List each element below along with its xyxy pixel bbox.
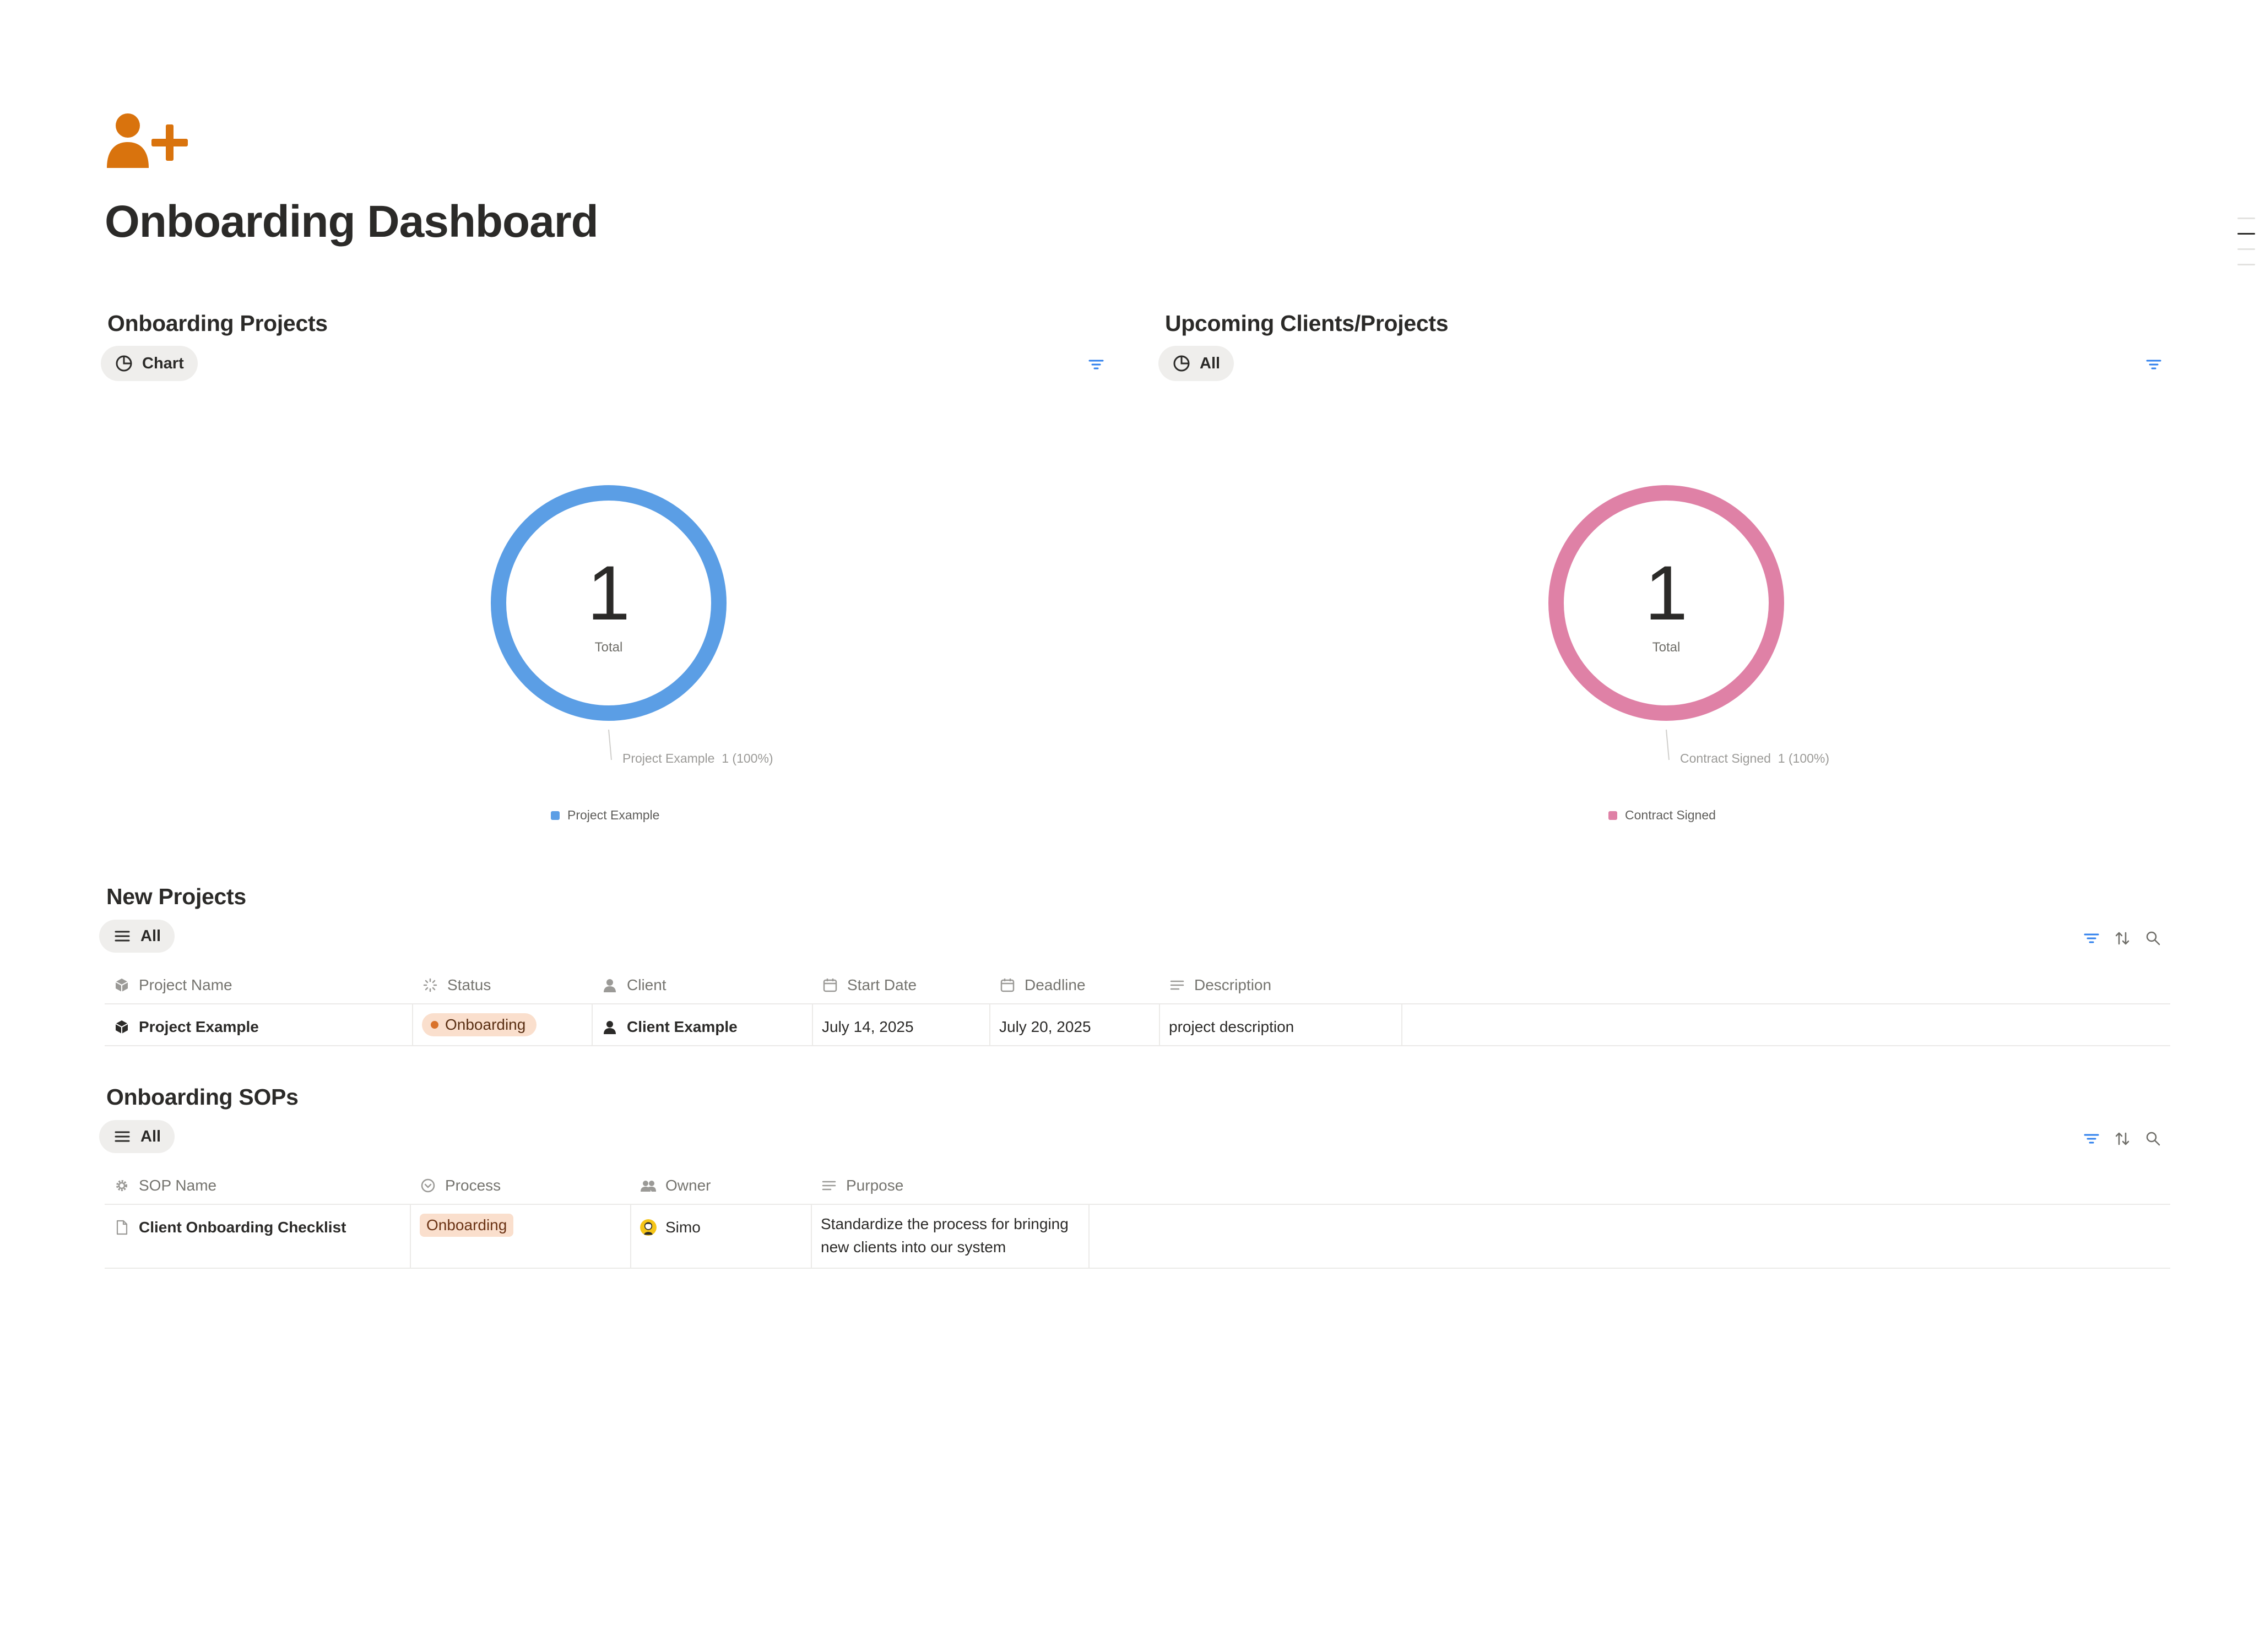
column-header-sop-name[interactable]: SOP Name bbox=[105, 1166, 411, 1205]
view-tab-label: All bbox=[1200, 354, 1221, 372]
slice-callout-label: Project Example 1 (100%) bbox=[622, 751, 773, 765]
text-lines-icon bbox=[822, 1181, 836, 1191]
slice-callout-label: Contract Signed 1 (100%) bbox=[1680, 751, 1829, 765]
client-name: Client Example bbox=[627, 1018, 738, 1035]
column-header-start-date[interactable]: Start Date bbox=[813, 966, 990, 1004]
chart-total-label: Total bbox=[1652, 640, 1681, 655]
gear-icon bbox=[116, 1180, 127, 1191]
cell-deadline[interactable]: July 20, 2025 bbox=[990, 1004, 1160, 1045]
process-tag: Onboarding bbox=[420, 1214, 514, 1237]
section-title-new-projects[interactable]: New Projects bbox=[106, 885, 246, 908]
filter-icon[interactable] bbox=[2082, 1129, 2101, 1148]
table-header: SOP Name Process Owner Purpose bbox=[105, 1166, 1090, 1205]
callout-line bbox=[608, 729, 612, 760]
sort-icon[interactable] bbox=[2113, 929, 2132, 948]
legend-label: Project Example bbox=[567, 808, 660, 822]
cell-description[interactable]: project description bbox=[1160, 1004, 1402, 1045]
callout-line bbox=[1666, 729, 1670, 760]
donut-chart-onboarding-projects: 1 Total Project Example 1 (100%) bbox=[491, 485, 773, 765]
chart-total-value: 1 bbox=[1645, 550, 1688, 636]
filter-icon[interactable] bbox=[1087, 355, 1106, 374]
cell-purpose[interactable]: Standardize the process for bringing new… bbox=[812, 1205, 1090, 1268]
view-tab-label: Chart bbox=[142, 354, 184, 372]
column-header-client[interactable]: Client bbox=[593, 966, 813, 1004]
column-header-project-name[interactable]: Project Name bbox=[105, 966, 413, 1004]
outline-indicator[interactable] bbox=[2237, 233, 2255, 235]
view-tab-all[interactable]: All bbox=[99, 920, 175, 953]
cell-status[interactable]: Onboarding bbox=[413, 1004, 593, 1045]
cell-sop-name[interactable]: Client Onboarding Checklist bbox=[105, 1205, 411, 1268]
section-title-upcoming-clients[interactable]: Upcoming Clients/Projects bbox=[1165, 312, 1449, 335]
sort-icon[interactable] bbox=[2113, 1129, 2132, 1148]
list-icon bbox=[115, 1131, 130, 1142]
section-title-onboarding-sops[interactable]: Onboarding SOPs bbox=[106, 1086, 299, 1108]
view-tab-all[interactable]: All bbox=[99, 1120, 175, 1153]
cell-owner[interactable]: Simo bbox=[631, 1205, 812, 1268]
document-icon bbox=[116, 1220, 128, 1235]
column-header-purpose[interactable]: Purpose bbox=[812, 1166, 1090, 1205]
column-header-deadline[interactable]: Deadline bbox=[990, 966, 1160, 1004]
cell-project-name[interactable]: Project Example bbox=[105, 1004, 413, 1045]
deadline: July 20, 2025 bbox=[999, 1018, 1091, 1035]
status-badge: Onboarding bbox=[422, 1013, 537, 1036]
chart-legend: Project Example bbox=[551, 808, 659, 823]
status-label: Onboarding bbox=[445, 1016, 526, 1033]
person-icon bbox=[604, 1021, 616, 1034]
table-header: Project Name Status Client Start Date De… bbox=[105, 966, 1402, 1004]
start-date: July 14, 2025 bbox=[822, 1018, 914, 1035]
list-icon bbox=[115, 931, 130, 942]
section-title-onboarding-projects[interactable]: Onboarding Projects bbox=[107, 312, 328, 335]
filter-icon[interactable] bbox=[2082, 929, 2101, 948]
column-header-status[interactable]: Status bbox=[413, 966, 593, 1004]
pie-chart-icon bbox=[116, 355, 132, 372]
search-icon[interactable] bbox=[2144, 929, 2163, 948]
table-row[interactable]: Project Example Onboarding Client Exampl… bbox=[105, 1003, 2170, 1046]
column-header-owner[interactable]: Owner bbox=[631, 1166, 812, 1205]
outline-indicator[interactable] bbox=[2237, 218, 2255, 219]
cube-icon bbox=[115, 979, 128, 992]
person-icon bbox=[604, 979, 616, 992]
chart-total-value: 1 bbox=[587, 550, 630, 636]
view-tab-chart[interactable]: Chart bbox=[101, 346, 198, 381]
text-lines-icon bbox=[1170, 980, 1184, 990]
avatar bbox=[640, 1219, 657, 1236]
outline-indicator[interactable] bbox=[2237, 248, 2255, 250]
cell-client[interactable]: Client Example bbox=[593, 1004, 813, 1045]
select-circle-icon bbox=[421, 1178, 435, 1193]
person-add-icon[interactable] bbox=[105, 110, 193, 168]
legend-label: Contract Signed bbox=[1625, 808, 1716, 822]
column-header-description[interactable]: Description bbox=[1160, 966, 1402, 1004]
donut-chart-upcoming-clients: 1 Total Contract Signed 1 (100%) bbox=[1548, 485, 1829, 765]
sop-name: Client Onboarding Checklist bbox=[139, 1219, 346, 1236]
view-tab-all[interactable]: All bbox=[1158, 346, 1234, 381]
view-tab-label: All bbox=[140, 1127, 161, 1145]
column-header-process[interactable]: Process bbox=[411, 1166, 631, 1205]
filter-icon[interactable] bbox=[2144, 355, 2163, 374]
project-name: Project Example bbox=[139, 1018, 259, 1035]
calendar-icon bbox=[1000, 979, 1015, 992]
description: project description bbox=[1169, 1018, 1294, 1035]
page-title: Onboarding Dashboard bbox=[105, 197, 599, 247]
table-row[interactable]: Client Onboarding Checklist Onboarding S… bbox=[105, 1204, 2170, 1269]
search-icon[interactable] bbox=[2144, 1129, 2163, 1148]
legend-swatch bbox=[1608, 811, 1617, 820]
cell-process[interactable]: Onboarding bbox=[411, 1205, 631, 1268]
chart-legend: Contract Signed bbox=[1608, 808, 1716, 823]
cube-icon bbox=[115, 1020, 128, 1034]
pie-chart-icon bbox=[1173, 355, 1190, 372]
people-icon bbox=[641, 1181, 656, 1192]
status-dot bbox=[431, 1021, 438, 1029]
owner-name: Simo bbox=[665, 1219, 701, 1236]
chart-total-label: Total bbox=[595, 640, 623, 655]
purpose-text: Standardize the process for bringing new… bbox=[821, 1215, 1069, 1256]
legend-swatch bbox=[551, 811, 560, 820]
view-tab-label: All bbox=[140, 927, 161, 945]
status-spinner-icon bbox=[423, 978, 437, 992]
outline-indicator[interactable] bbox=[2237, 264, 2255, 265]
cell-start-date[interactable]: July 14, 2025 bbox=[813, 1004, 990, 1045]
calendar-icon bbox=[823, 979, 837, 992]
